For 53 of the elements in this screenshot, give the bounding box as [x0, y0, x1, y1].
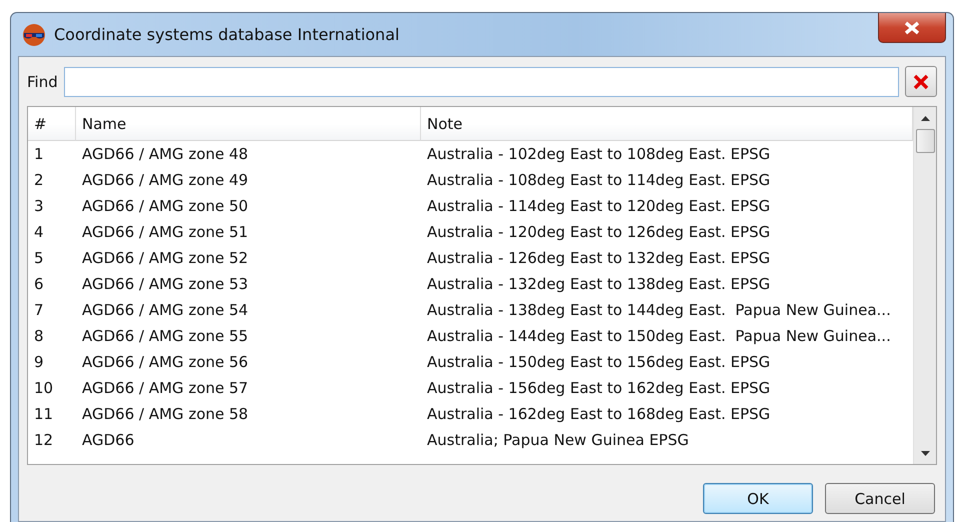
- find-field[interactable]: [64, 66, 899, 96]
- number-cell[interactable]: 5: [28, 245, 76, 271]
- note-cell[interactable]: Australia - 120deg East to 126deg East. EPSG: [421, 219, 913, 245]
- note-cell[interactable]: Australia - 132deg East to 138deg East. EPSG: [421, 271, 913, 297]
- scroll-thumb[interactable]: [916, 129, 934, 153]
- name-cell[interactable]: AGD66 / AMG zone 55: [76, 323, 421, 349]
- scroll-up-icon[interactable]: [920, 116, 930, 120]
- scroll-down-icon[interactable]: [920, 450, 930, 456]
- note-cell[interactable]: Australia - 114deg East to 120deg East. EPSG: [421, 193, 913, 219]
- clear-icon: [912, 72, 930, 90]
- clear-button[interactable]: [905, 66, 937, 97]
- note-cell[interactable]: Australia - 138deg East to 144deg East. Papua New Guinea...: [421, 297, 913, 323]
- note-cell[interactable]: Australia - 108deg East to 114deg East. EPSG: [421, 167, 913, 193]
- number-cell[interactable]: 2: [28, 167, 76, 193]
- name-cell[interactable]: AGD66 / AMG zone 53: [76, 271, 421, 297]
- name-cell[interactable]: AGD66 / AMG zone 50: [76, 193, 421, 219]
- cancel-button[interactable]: Cancel: [825, 483, 935, 514]
- name-cell[interactable]: AGD66 / AMG zone 52: [76, 245, 421, 271]
- ok-button[interactable]: OK: [703, 483, 813, 514]
- note-cell[interactable]: Australia - 162deg East to 168deg East. EPSG: [421, 401, 913, 427]
- number-cell[interactable]: 8: [28, 323, 76, 349]
- name-cell[interactable]: AGD66 / AMG zone 49: [76, 167, 421, 193]
- name-cell[interactable]: AGD66 / AMG zone 48: [76, 141, 421, 167]
- number-cell[interactable]: 12: [28, 427, 76, 453]
- number-cell[interactable]: 7: [28, 297, 76, 323]
- note-cell[interactable]: Australia - 150deg East to 156deg East. EPSG: [421, 349, 913, 375]
- note-cell[interactable]: Australia - 102deg East to 108deg East. EPSG: [421, 141, 913, 167]
- name-cell[interactable]: AGD66 / AMG zone 57: [76, 375, 421, 401]
- note-cell[interactable]: Australia - 144deg East to 150deg East. Papua New Guinea...: [421, 323, 913, 349]
- name-cell[interactable]: AGD66 / AMG zone 51: [76, 219, 421, 245]
- globe-glasses-icon: [22, 22, 46, 46]
- note-cell[interactable]: Australia; Papua New Guinea EPSG: [421, 427, 913, 453]
- number-cell[interactable]: 4: [28, 219, 76, 245]
- column-header[interactable]: Note: [421, 107, 913, 141]
- name-cell[interactable]: AGD66 / AMG zone 56: [76, 349, 421, 375]
- number-cell[interactable]: 11: [28, 401, 76, 427]
- note-cell[interactable]: Australia - 156deg East to 162deg East. EPSG: [421, 375, 913, 401]
- find-label: Find: [27, 72, 58, 90]
- number-cell[interactable]: 3: [28, 193, 76, 219]
- number-cell[interactable]: 6: [28, 271, 76, 297]
- note-cell[interactable]: Australia - 126deg East to 132deg East. EPSG: [421, 245, 913, 271]
- name-cell[interactable]: AGD66 / AMG zone 58: [76, 401, 421, 427]
- window-title: Coordinate systems database International: [54, 25, 400, 44]
- close-icon: [903, 20, 921, 34]
- column-header[interactable]: #: [28, 107, 76, 141]
- number-cell[interactable]: 9: [28, 349, 76, 375]
- vertical-scrollbar[interactable]: [913, 107, 936, 464]
- number-cell[interactable]: 10: [28, 375, 76, 401]
- name-cell[interactable]: AGD66: [76, 427, 421, 453]
- number-cell[interactable]: 1: [28, 141, 76, 167]
- name-cell[interactable]: AGD66 / AMG zone 54: [76, 297, 421, 323]
- column-header[interactable]: Name: [76, 107, 421, 141]
- close-button[interactable]: [878, 13, 946, 43]
